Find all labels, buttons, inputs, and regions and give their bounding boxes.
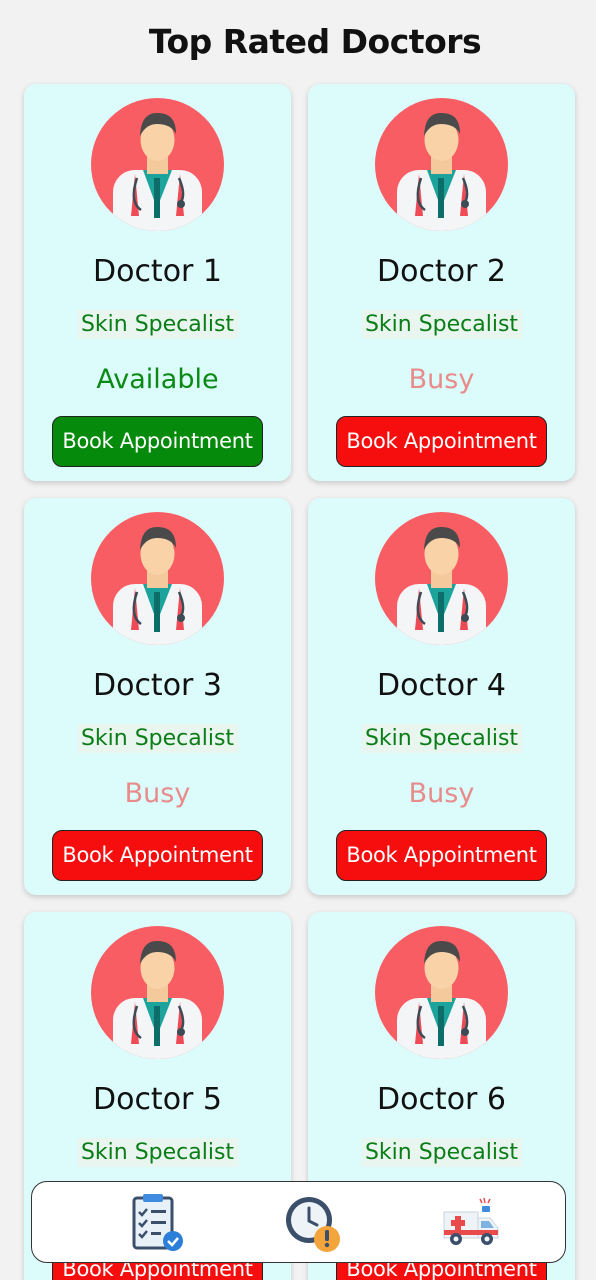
doctor-status: Available [96, 364, 219, 395]
clock-alert-icon [286, 1197, 340, 1252]
doctor-avatar-icon [375, 926, 508, 1059]
book-appointment-button[interactable]: Book Appointment [52, 830, 263, 881]
ambulance-icon [443, 1197, 499, 1245]
nav-history-button[interactable] [282, 1192, 344, 1254]
doctor-name: Doctor 3 [92, 668, 223, 703]
doctor-status: Busy [124, 778, 191, 809]
doctor-avatar-icon [91, 926, 224, 1059]
doctor-specialty: Skin Specalist [360, 724, 523, 753]
doctor-avatar-icon [91, 98, 224, 231]
bottom-navigation-bar [31, 1181, 566, 1263]
doctor-specialty: Skin Specalist [360, 1138, 523, 1167]
doctor-avatar-icon [375, 98, 508, 231]
doctor-name: Doctor 5 [92, 1082, 223, 1117]
doctor-card[interactable]: Doctor 4 Skin Specalist Busy Book Appoin… [308, 498, 575, 895]
doctor-specialty: Skin Specalist [360, 310, 523, 339]
doctor-specialty: Skin Specalist [76, 1138, 239, 1167]
app-screen: Top Rated Doctors Doctor 1 Skin Specalis… [0, 0, 596, 1280]
book-appointment-button[interactable]: Book Appointment [336, 830, 547, 881]
page-title: Top Rated Doctors [148, 22, 482, 61]
book-appointment-button[interactable]: Book Appointment [336, 416, 547, 467]
book-appointment-button[interactable]: Book Appointment [52, 416, 263, 467]
doctor-status: Busy [408, 778, 475, 809]
doctor-name: Doctor 1 [92, 254, 223, 289]
doctor-avatar-icon [375, 512, 508, 645]
doctor-card[interactable]: Doctor 1 Skin Specalist Available Book A… [24, 84, 291, 481]
doctor-status: Busy [408, 364, 475, 395]
doctor-card[interactable]: Doctor 3 Skin Specalist Busy Book Appoin… [24, 498, 291, 895]
doctor-name: Doctor 4 [376, 668, 507, 703]
clipboard-checklist-icon [132, 1194, 183, 1251]
nav-appointments-button[interactable] [126, 1192, 188, 1254]
doctor-name: Doctor 6 [376, 1082, 507, 1117]
doctor-card[interactable]: Doctor 2 Skin Specalist Busy Book Appoin… [308, 84, 575, 481]
nav-emergency-button[interactable] [440, 1192, 502, 1254]
doctor-specialty: Skin Specalist [76, 724, 239, 753]
doctor-avatar-icon [91, 512, 224, 645]
doctor-name: Doctor 2 [376, 254, 507, 289]
doctor-specialty: Skin Specalist [76, 310, 239, 339]
